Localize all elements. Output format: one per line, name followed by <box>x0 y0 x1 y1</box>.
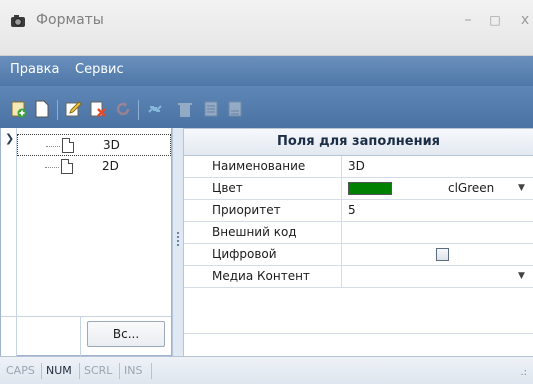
grid-row-media[interactable]: Медиа Контент ▼ <box>184 266 533 288</box>
status-separator <box>119 363 120 379</box>
tree-connector <box>45 167 59 168</box>
toolbar-separator <box>138 100 139 120</box>
num-indicator: NUM <box>46 364 72 377</box>
menu-edit[interactable]: Правка <box>10 62 59 77</box>
menu-bar: Правка Сервис <box>0 56 533 86</box>
show-all-button[interactable]: Вс... <box>87 321 165 347</box>
color-selector[interactable]: clGreen ▼ <box>342 178 533 199</box>
footer-cell <box>17 317 81 357</box>
format-tree-panel: ❯ 3D 2D Вс... <box>0 128 172 357</box>
name-value[interactable]: 3D <box>342 156 533 177</box>
field-label: Приоритет <box>184 200 342 221</box>
grid-row-priority[interactable]: Приоритет 5 <box>184 200 533 222</box>
field-label: Наименование <box>184 156 342 177</box>
tree-connector <box>46 146 60 147</box>
grid-header: Поля для заполнения <box>184 128 533 156</box>
grid-row-color[interactable]: Цвет clGreen ▼ <box>184 178 533 200</box>
move-up-icon[interactable] <box>202 100 220 118</box>
new-document-icon[interactable] <box>33 100 51 118</box>
toolbar <box>0 86 533 128</box>
priority-value[interactable]: 5 <box>342 200 533 221</box>
ins-indicator: INS <box>124 364 143 377</box>
color-name: clGreen <box>448 181 495 195</box>
tree-footer: Вс... <box>1 316 171 357</box>
media-content-selector[interactable]: ▼ <box>342 266 533 287</box>
tree-item-3d[interactable]: 3D <box>17 134 171 156</box>
grid-row-digital[interactable]: Цифровой <box>184 244 533 266</box>
toolbar-separator <box>57 100 58 120</box>
document-icon <box>62 138 74 153</box>
window-title: Форматы <box>36 12 104 28</box>
field-label: Внешний код <box>184 222 342 243</box>
digital-cell[interactable] <box>342 244 533 265</box>
splitter-grip <box>177 232 179 246</box>
grid-footer-line <box>184 333 533 334</box>
menu-service[interactable]: Сервис <box>75 62 124 77</box>
footer-cell <box>1 317 17 357</box>
document-icon <box>61 159 73 174</box>
refresh-icon[interactable] <box>114 100 132 118</box>
close-button[interactable] <box>513 8 533 32</box>
app-camera-icon <box>11 15 25 27</box>
tree-item-label: 2D <box>102 159 119 173</box>
status-separator <box>151 363 152 379</box>
status-separator <box>41 363 42 379</box>
chevron-down-icon[interactable]: ▼ <box>518 266 525 287</box>
property-grid: Поля для заполнения Наименование 3D Цвет… <box>184 128 533 356</box>
resize-grip-icon[interactable]: .: <box>520 367 527 378</box>
digital-checkbox[interactable] <box>436 248 449 261</box>
minimize-button[interactable] <box>456 8 480 32</box>
chevron-down-icon[interactable]: ▼ <box>518 178 525 199</box>
caps-indicator: CAPS <box>6 364 35 377</box>
edit-icon[interactable] <box>64 100 82 118</box>
trash-icon[interactable] <box>176 100 194 118</box>
add-icon[interactable] <box>10 100 28 118</box>
tree-item-label: 3D <box>103 138 120 152</box>
grid-row-name[interactable]: Наименование 3D <box>184 156 533 178</box>
field-label: Цвет <box>184 178 342 199</box>
convert-icon[interactable] <box>146 100 164 118</box>
color-swatch <box>348 182 392 195</box>
maximize-button[interactable] <box>483 8 507 32</box>
external-code-value[interactable] <box>342 222 533 243</box>
status-separator <box>79 363 80 379</box>
current-row-arrow-icon: ❯ <box>5 132 15 145</box>
panel-splitter[interactable] <box>172 128 184 356</box>
move-down-icon[interactable] <box>226 100 244 118</box>
title-bar: Форматы <box>0 0 533 56</box>
scrl-indicator: SCRL <box>84 364 113 377</box>
status-bar: CAPS NUM SCRL INS .: <box>0 356 533 384</box>
field-label: Цифровой <box>184 244 342 265</box>
delete-icon[interactable] <box>89 100 107 118</box>
grid-row-external-code[interactable]: Внешний код <box>184 222 533 244</box>
tree-item-2d[interactable]: 2D <box>17 156 171 178</box>
field-label: Медиа Контент <box>184 266 342 287</box>
